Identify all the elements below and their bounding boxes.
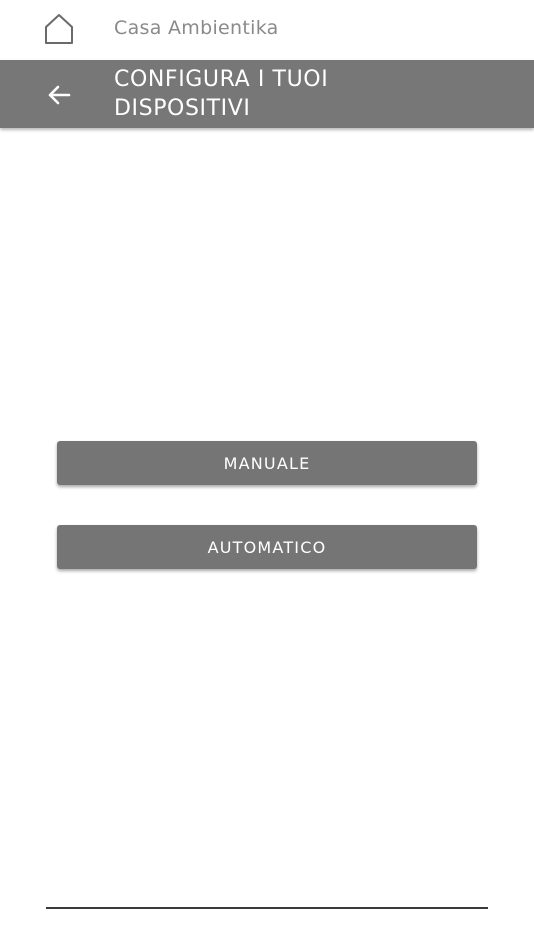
bottom-divider xyxy=(46,907,488,909)
page-title: CONFIGURA I TUOI DISPOSITIVI xyxy=(114,65,494,123)
app-name: Casa Ambientika xyxy=(114,17,279,39)
home-icon[interactable] xyxy=(42,12,76,46)
header-bar: CONFIGURA I TUOI DISPOSITIVI xyxy=(0,60,534,128)
top-bar: Casa Ambientika xyxy=(0,0,534,60)
page-title-line1: CONFIGURA I TUOI xyxy=(114,67,329,92)
page-title-line2: DISPOSITIVI xyxy=(114,96,251,121)
arrow-left-icon[interactable] xyxy=(44,80,74,110)
manuale-button[interactable]: MANUALE xyxy=(57,441,477,485)
screen: Casa Ambientika CONFIGURA I TUOI DISPOSI… xyxy=(0,0,534,950)
automatico-button[interactable]: AUTOMATICO xyxy=(57,525,477,569)
